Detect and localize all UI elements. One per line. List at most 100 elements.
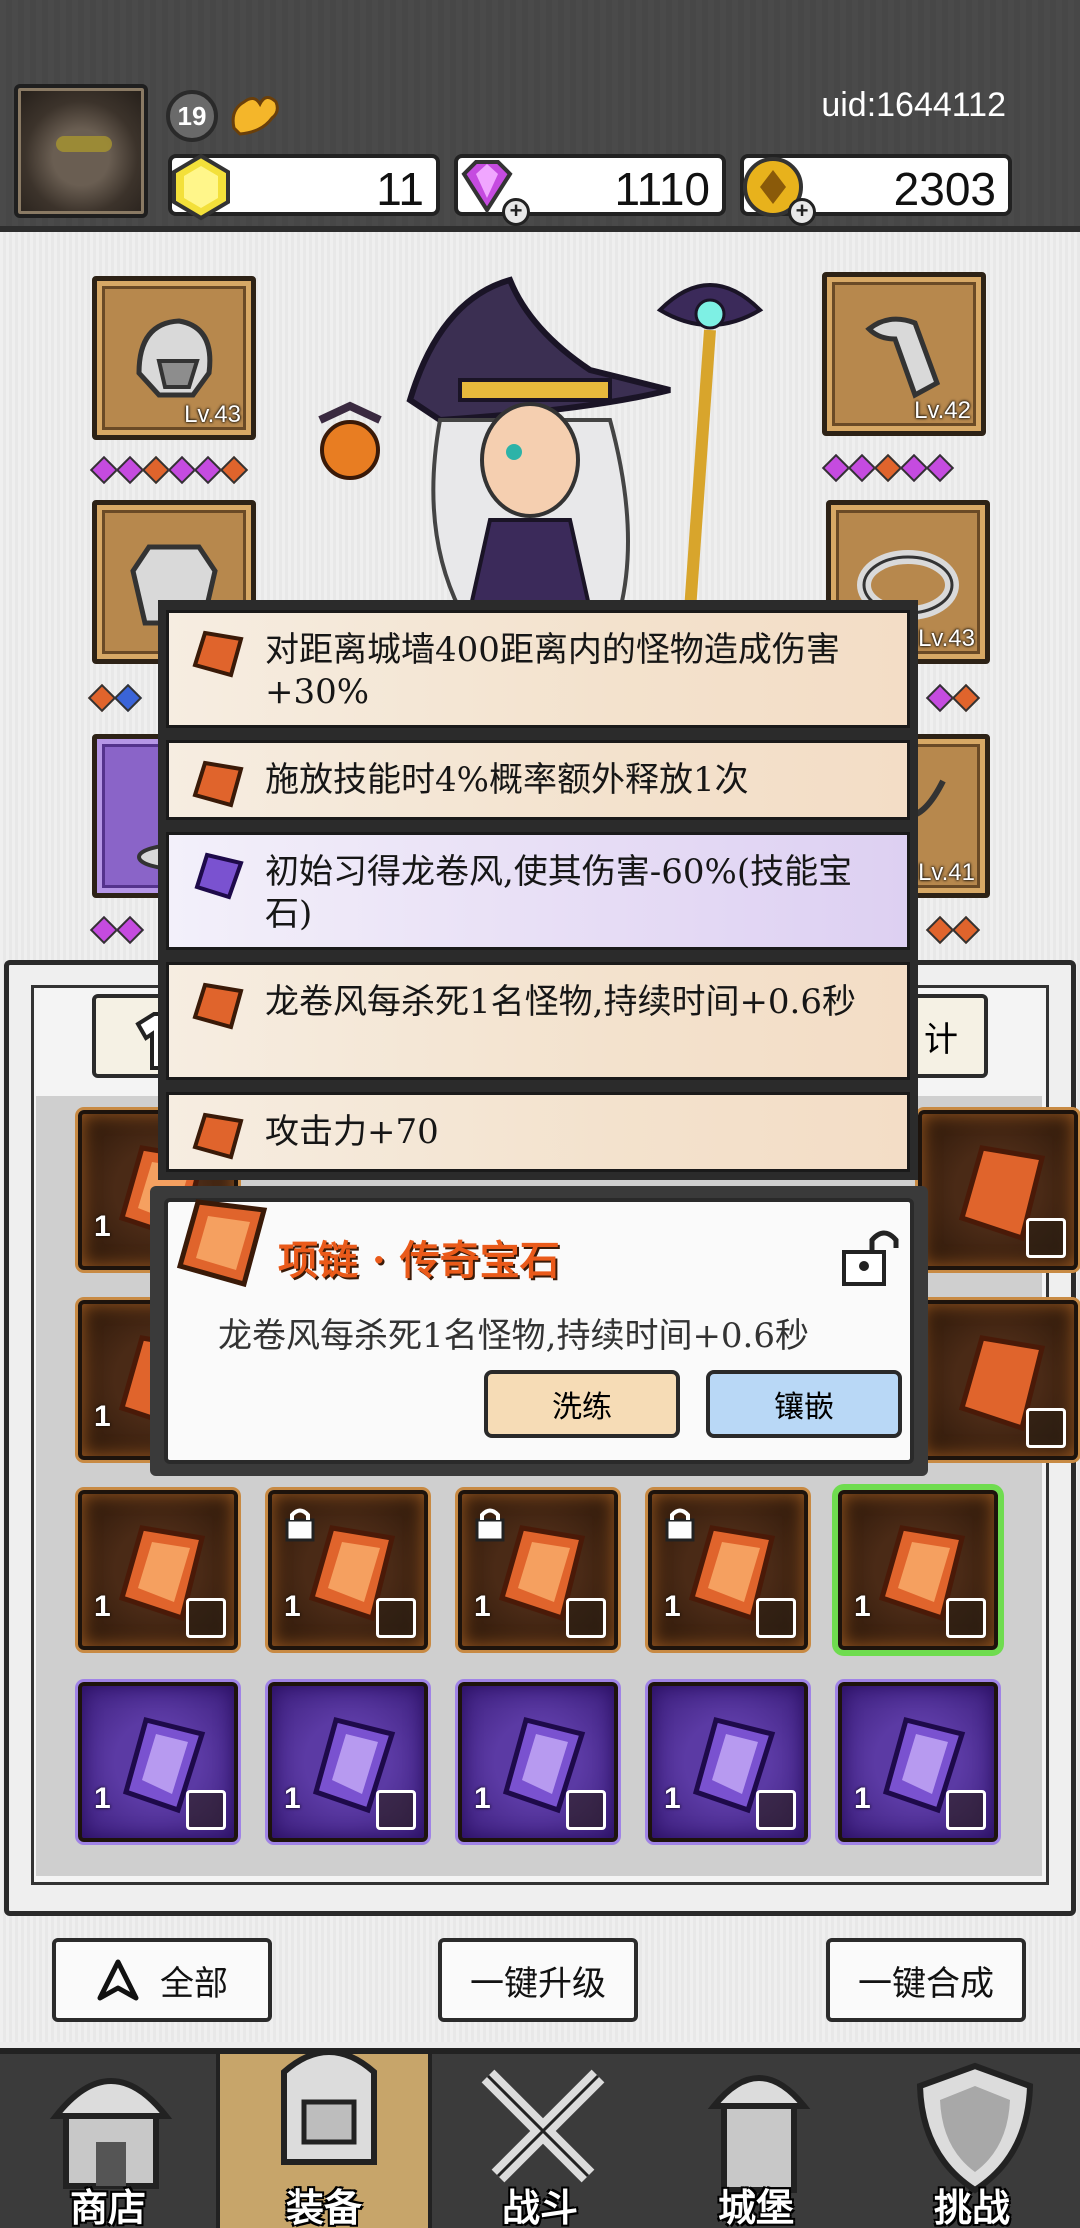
gem-affix-list: 对距离城墙400距离内的怪物造成伤害+30% 施放技能时4%概率额外释放1次 初… — [158, 600, 918, 1180]
gem-count: 1 — [284, 1782, 301, 1815]
necklace-star-dots — [925, 915, 981, 945]
gem-cell-selected[interactable]: 1 — [838, 1490, 998, 1650]
inlay-button[interactable]: 镶嵌 — [706, 1370, 902, 1438]
gem-cell[interactable]: 1 — [78, 1682, 238, 1842]
skill-type-icon — [376, 1790, 416, 1830]
armor-type-icon — [1026, 1218, 1066, 1258]
gem-count: 1 — [474, 1590, 491, 1623]
nav-battle-label: 战斗 — [501, 2185, 578, 2228]
energy-counter: 11 — [168, 153, 440, 221]
crossed-swords-icon — [481, 2069, 605, 2183]
skill-type-icon — [186, 1790, 226, 1830]
gem-detail-description: 龙卷风每杀死1名怪物,持续时间+0.6秒 — [218, 1316, 809, 1356]
ring-type-icon — [756, 1598, 796, 1638]
gem-cell[interactable]: 1 — [78, 1490, 238, 1650]
player-level-badge: 19 — [166, 90, 218, 142]
necklace-type-icon — [946, 1598, 986, 1638]
shop-hut-icon — [49, 2078, 173, 2189]
gauntlet-icon — [865, 316, 941, 399]
orange-gem-icon — [192, 630, 244, 678]
gem-cell[interactable]: 1 — [648, 1682, 808, 1842]
gem-count: 1 — [94, 1782, 111, 1815]
affix-text: 施放技能时4%概率额外释放1次 — [265, 760, 749, 800]
witch-hero-illustration — [318, 276, 764, 612]
player-avatar[interactable] — [14, 84, 148, 218]
orange-gem-icon — [192, 760, 244, 808]
nav-challenge[interactable]: 挑战 — [864, 2054, 1080, 2228]
nav-battle[interactable]: 战斗 — [432, 2054, 648, 2228]
ring-star-dots — [925, 683, 981, 713]
gauntlet-star-dots — [821, 453, 955, 483]
skill-type-icon — [756, 1790, 796, 1830]
helmet-icon — [136, 318, 213, 398]
backpack-icon — [281, 2049, 377, 2165]
merge-all-button[interactable]: 一键合成 — [826, 1938, 1026, 2022]
affix-row: 攻击力+70 — [166, 1092, 910, 1172]
refine-button[interactable]: 洗练 — [484, 1370, 680, 1438]
gem-cell[interactable]: 1 — [268, 1682, 428, 1842]
gem-cell[interactable] — [918, 1300, 1078, 1460]
filter-all-button[interactable]: 全部 — [52, 1938, 272, 2022]
gem-cell[interactable]: 1 — [838, 1682, 998, 1842]
gauntlet-type-icon — [1026, 1408, 1066, 1448]
nav-equipment-label: 装备 — [285, 2185, 362, 2228]
nav-shop[interactable]: 商店 — [0, 2054, 216, 2228]
purple-gem-icon — [194, 852, 244, 900]
equip-level: Lv.41 — [918, 859, 975, 886]
gem-count: 1 — [94, 1590, 111, 1623]
boots-type-icon — [946, 1790, 986, 1830]
gem-count: 1 — [474, 1782, 491, 1815]
gem-cell[interactable]: 1 — [268, 1490, 428, 1650]
upgrade-all-button[interactable]: 一键升级 — [438, 1938, 638, 2022]
armor-star-dots — [87, 683, 143, 713]
gem-detail-title: 项链 · 传奇宝石 — [278, 1237, 560, 1284]
nav-equipment[interactable]: 装备 — [216, 2049, 432, 2228]
orange-gem-icon — [192, 1112, 244, 1160]
affix-row: 龙卷风每杀死1名怪物,持续时间+0.6秒 — [166, 962, 910, 1080]
gem-detail-card: 项链 · 传奇宝石 龙卷风每杀死1名怪物,持续时间+0.6秒 洗练 镶嵌 — [164, 1198, 914, 1464]
gem-cell[interactable]: 1 — [458, 1682, 618, 1842]
gem-detail-popup: 项链 · 传奇宝石 龙卷风每杀死1名怪物,持续时间+0.6秒 洗练 镶嵌 — [150, 1186, 928, 1476]
castle-tower-icon — [707, 2075, 811, 2193]
affix-row: 施放技能时4%概率额外释放1次 — [166, 740, 910, 820]
gem-cell[interactable] — [918, 1110, 1078, 1270]
nav-castle[interactable]: 城堡 — [648, 2054, 864, 2228]
affix-row: 初始习得龙卷风,使其伤害-60%(技能宝石) — [166, 832, 910, 950]
shield-icon — [916, 2062, 1034, 2194]
add-diamonds-button[interactable]: + — [502, 198, 530, 226]
equip-slot-gauntlet[interactable]: Lv.42 — [822, 272, 986, 436]
nav-challenge-label: 挑战 — [933, 2185, 1010, 2228]
gem-count: 1 — [94, 1400, 111, 1433]
gold-counter: + 2303 — [740, 154, 1012, 226]
nav-castle-label: 城堡 — [717, 2185, 794, 2228]
top-bar: 19 uid:1644112 11 + 1110 + 2303 — [0, 0, 1080, 232]
energy-value: 11 — [376, 163, 424, 215]
affix-row: 对距离城墙400距离内的怪物造成伤害+30% — [166, 610, 910, 728]
energy-gem-icon — [172, 153, 230, 221]
strength-arm-icon — [231, 96, 279, 136]
affix-text: 攻击力+70 — [265, 1112, 439, 1152]
unlock-icon[interactable] — [838, 1224, 902, 1288]
filter-all-label: 全部 — [160, 1963, 228, 2004]
gem-cell[interactable]: 1 — [458, 1490, 618, 1650]
diamond-counter: + 1110 — [454, 154, 726, 226]
player-uid: uid:1644112 — [821, 86, 1006, 124]
equip-level: Lv.42 — [914, 397, 971, 424]
add-gold-button[interactable]: + — [788, 198, 816, 226]
diamond-value: 1110 — [614, 163, 710, 215]
equip-level: Lv.43 — [918, 625, 975, 652]
gauntlet-type-icon — [186, 1598, 226, 1638]
triangle-filter-icon — [97, 1959, 139, 2001]
gem-count: 1 — [284, 1590, 301, 1623]
gem-cell[interactable]: 1 — [648, 1490, 808, 1650]
equip-slot-helmet[interactable]: Lv.43 — [92, 276, 256, 440]
ring-type-icon — [566, 1598, 606, 1638]
gem-count: 1 — [664, 1782, 681, 1815]
skill-type-icon — [566, 1790, 606, 1830]
boots-star-dots — [89, 915, 145, 945]
affix-text: 初始习得龙卷风,使其伤害-60%(技能宝石) — [265, 852, 853, 934]
gold-value: 2303 — [893, 163, 996, 215]
orange-gem-icon — [192, 982, 244, 1030]
helmet-star-dots — [89, 455, 249, 485]
equip-level: Lv.43 — [184, 401, 241, 428]
